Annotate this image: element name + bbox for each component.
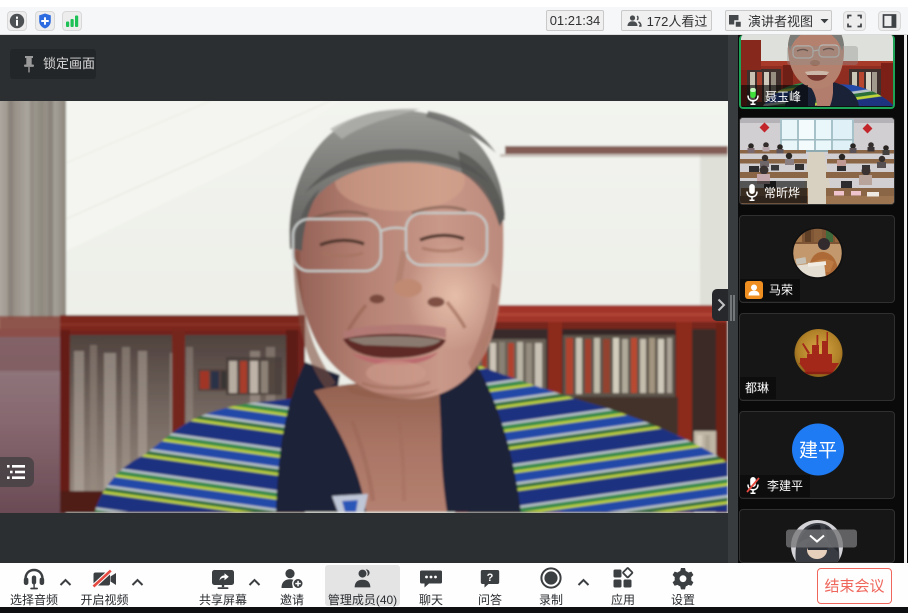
svg-text:?: ? bbox=[487, 572, 494, 584]
svg-text:建平: 建平 bbox=[799, 439, 837, 461]
